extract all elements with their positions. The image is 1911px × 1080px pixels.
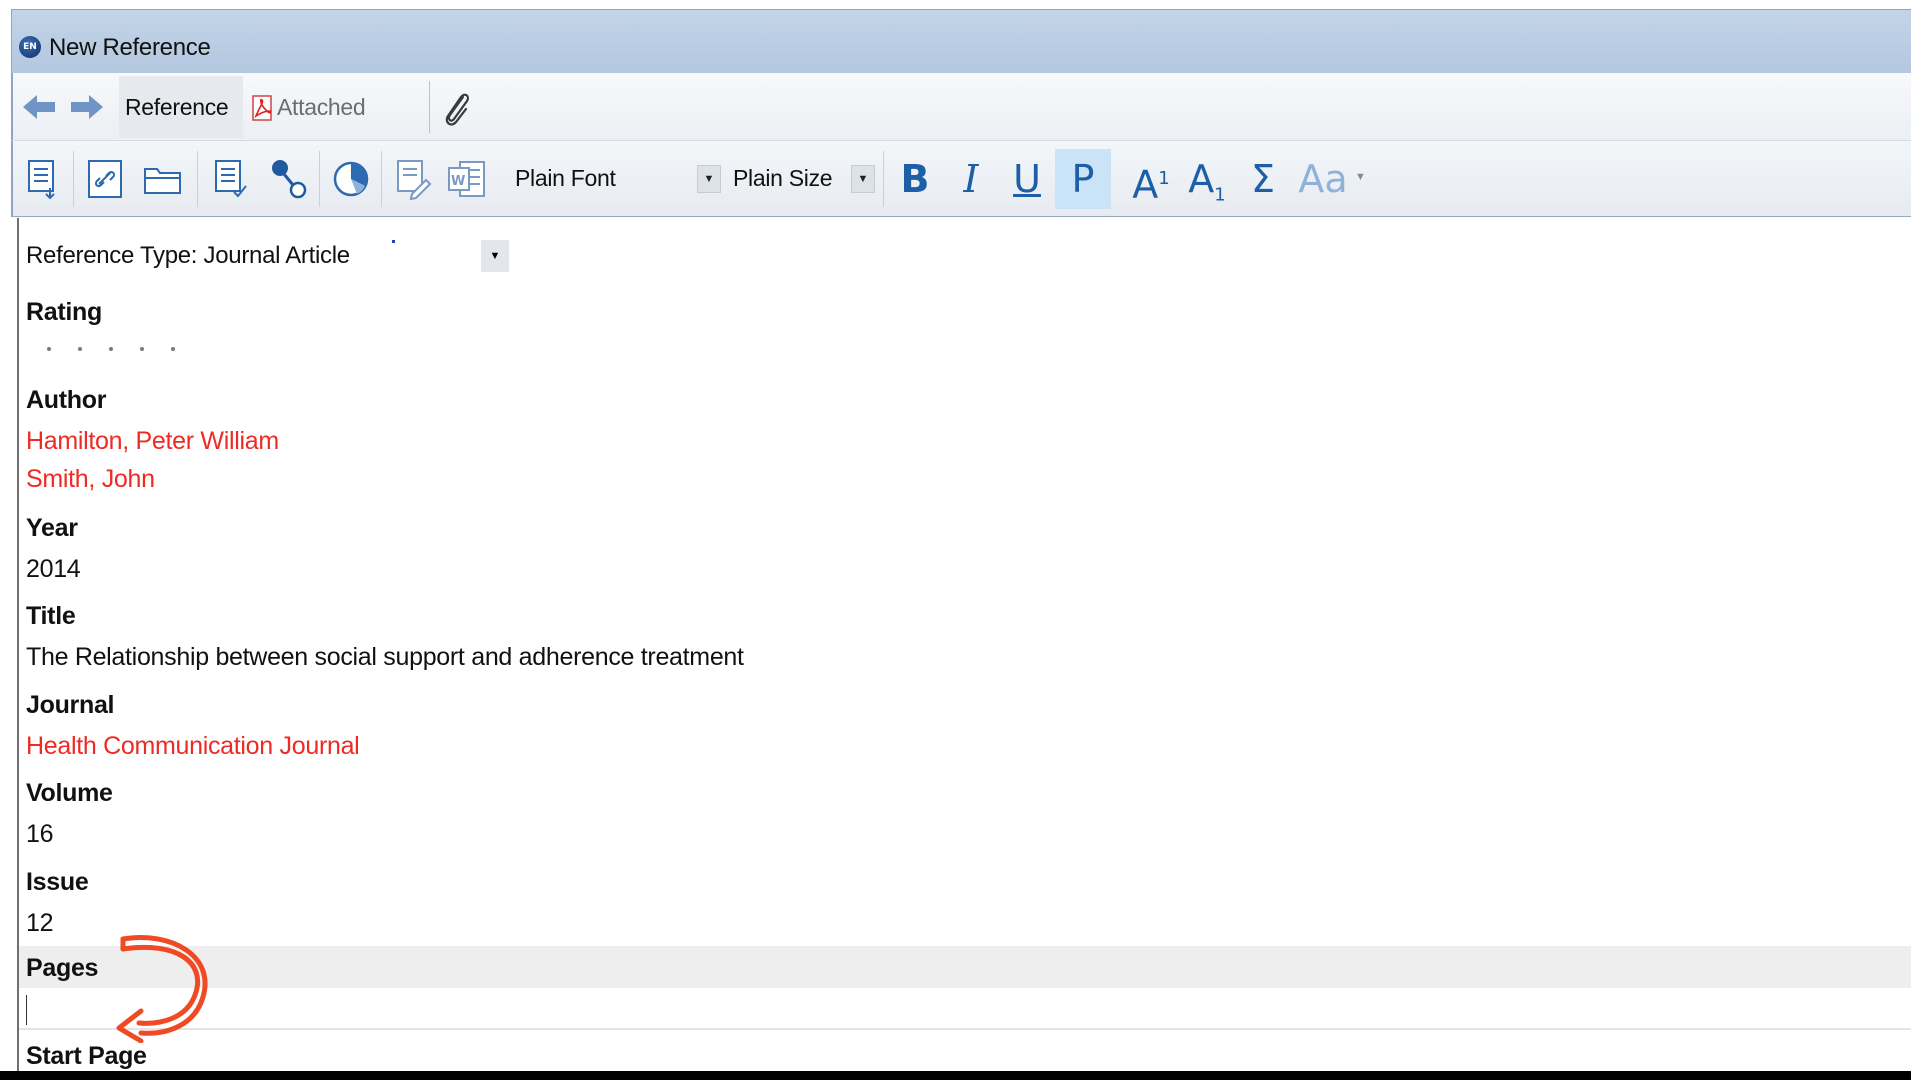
change-case-button[interactable]: Aa <box>1295 149 1351 209</box>
formatting-toolbar: W Plain Font ▼ Plain Size ▼ B I U P A1 A… <box>11 141 1911 217</box>
reference-editor: Reference Type: Journal Article ▼ Rating… <box>17 218 1911 1071</box>
subscript-base: A <box>1188 157 1215 201</box>
window-title: New Reference <box>49 34 211 61</box>
tab-separator <box>429 81 430 133</box>
reference-type-value: Journal Article <box>203 242 351 269</box>
toolbar-separator <box>197 151 198 207</box>
svg-text:W: W <box>451 174 465 189</box>
insert-citation-icon[interactable] <box>17 151 69 207</box>
annotation-arrow-icon <box>116 935 208 1043</box>
rating-dot[interactable] <box>47 347 51 351</box>
plain-text-button[interactable]: P <box>1055 149 1111 209</box>
start-page-label: Start Page <box>26 1042 147 1070</box>
paperclip-icon[interactable] <box>441 91 473 129</box>
journal-label: Journal <box>26 691 115 719</box>
author-value[interactable]: Smith, John <box>26 465 155 494</box>
pages-input[interactable] <box>19 988 1911 1030</box>
rating-stars[interactable] <box>47 338 202 356</box>
underline-button[interactable]: U <box>999 149 1055 209</box>
text-cursor <box>26 995 27 1025</box>
check-document-icon[interactable] <box>205 151 257 207</box>
author-label: Author <box>26 386 107 414</box>
toolbar-separator <box>381 151 382 207</box>
stray-dot <box>392 240 395 243</box>
link-url-icon[interactable] <box>79 151 131 207</box>
font-select[interactable]: Plain Font <box>515 157 695 199</box>
endnote-logo-icon: EN <box>19 36 41 58</box>
title-label: Title <box>26 602 76 630</box>
edit-document-icon[interactable] <box>387 151 439 207</box>
pages-label: Pages <box>26 954 99 982</box>
size-select[interactable]: Plain Size <box>733 157 849 199</box>
issue-value[interactable]: 12 <box>26 909 54 938</box>
rating-dot[interactable] <box>171 347 175 351</box>
find-duplicates-icon[interactable] <box>263 151 315 207</box>
year-value[interactable]: 2014 <box>26 555 81 584</box>
word-document-icon[interactable]: W <box>441 151 493 207</box>
back-arrow-icon[interactable] <box>21 93 57 121</box>
toolbar-separator <box>319 151 320 207</box>
tab-attached-pdfs[interactable]: Attached PDFs <box>245 76 427 182</box>
window-frame-left <box>0 9 11 1071</box>
bold-button[interactable]: B <box>887 149 943 209</box>
volume-label: Volume <box>26 779 113 807</box>
open-folder-icon[interactable] <box>137 151 189 207</box>
subscript-mark: 1 <box>1214 184 1226 206</box>
title-value[interactable]: The Relationship between social support … <box>26 643 744 672</box>
volume-value[interactable]: 16 <box>26 820 54 849</box>
rating-dot[interactable] <box>140 347 144 351</box>
pdf-icon <box>252 95 272 121</box>
year-label: Year <box>26 514 78 542</box>
superscript-base: A <box>1132 162 1159 207</box>
tab-bar: Reference Attached PDFs <box>11 73 1911 182</box>
superscript-mark: 1 <box>1158 168 1170 189</box>
subscript-button[interactable]: A1 <box>1179 149 1235 209</box>
italic-button[interactable]: I <box>943 149 999 209</box>
rating-dot[interactable] <box>109 347 113 351</box>
open-url-icon[interactable] <box>325 151 377 207</box>
pages-field-row <box>19 946 1911 988</box>
reference-type-label: Reference Type: <box>26 242 198 269</box>
tab-reference[interactable]: Reference <box>119 76 243 138</box>
author-value[interactable]: Hamilton, Peter William <box>26 427 279 456</box>
font-select-dropdown-arrow[interactable]: ▼ <box>697 165 721 193</box>
rating-label: Rating <box>26 298 102 326</box>
toolbar-separator <box>883 151 884 207</box>
reference-type-dropdown-arrow[interactable]: ▼ <box>481 240 509 272</box>
size-select-dropdown-arrow[interactable]: ▼ <box>851 165 875 193</box>
superscript-button[interactable]: A1 <box>1123 149 1179 209</box>
issue-label: Issue <box>26 868 89 896</box>
symbol-button[interactable]: Σ <box>1235 149 1291 209</box>
window-titlebar: EN New Reference <box>11 9 1911 73</box>
journal-value[interactable]: Health Communication Journal <box>26 732 360 761</box>
change-case-dropdown-arrow[interactable]: ▼ <box>1355 171 1366 183</box>
window-frame-bottom <box>0 1071 1911 1080</box>
rating-dot[interactable] <box>78 347 82 351</box>
reference-type-select[interactable]: Reference Type: Journal Article <box>26 242 350 270</box>
window-frame-top <box>0 0 1911 9</box>
forward-arrow-icon[interactable] <box>69 93 105 121</box>
toolbar-separator <box>73 151 74 207</box>
